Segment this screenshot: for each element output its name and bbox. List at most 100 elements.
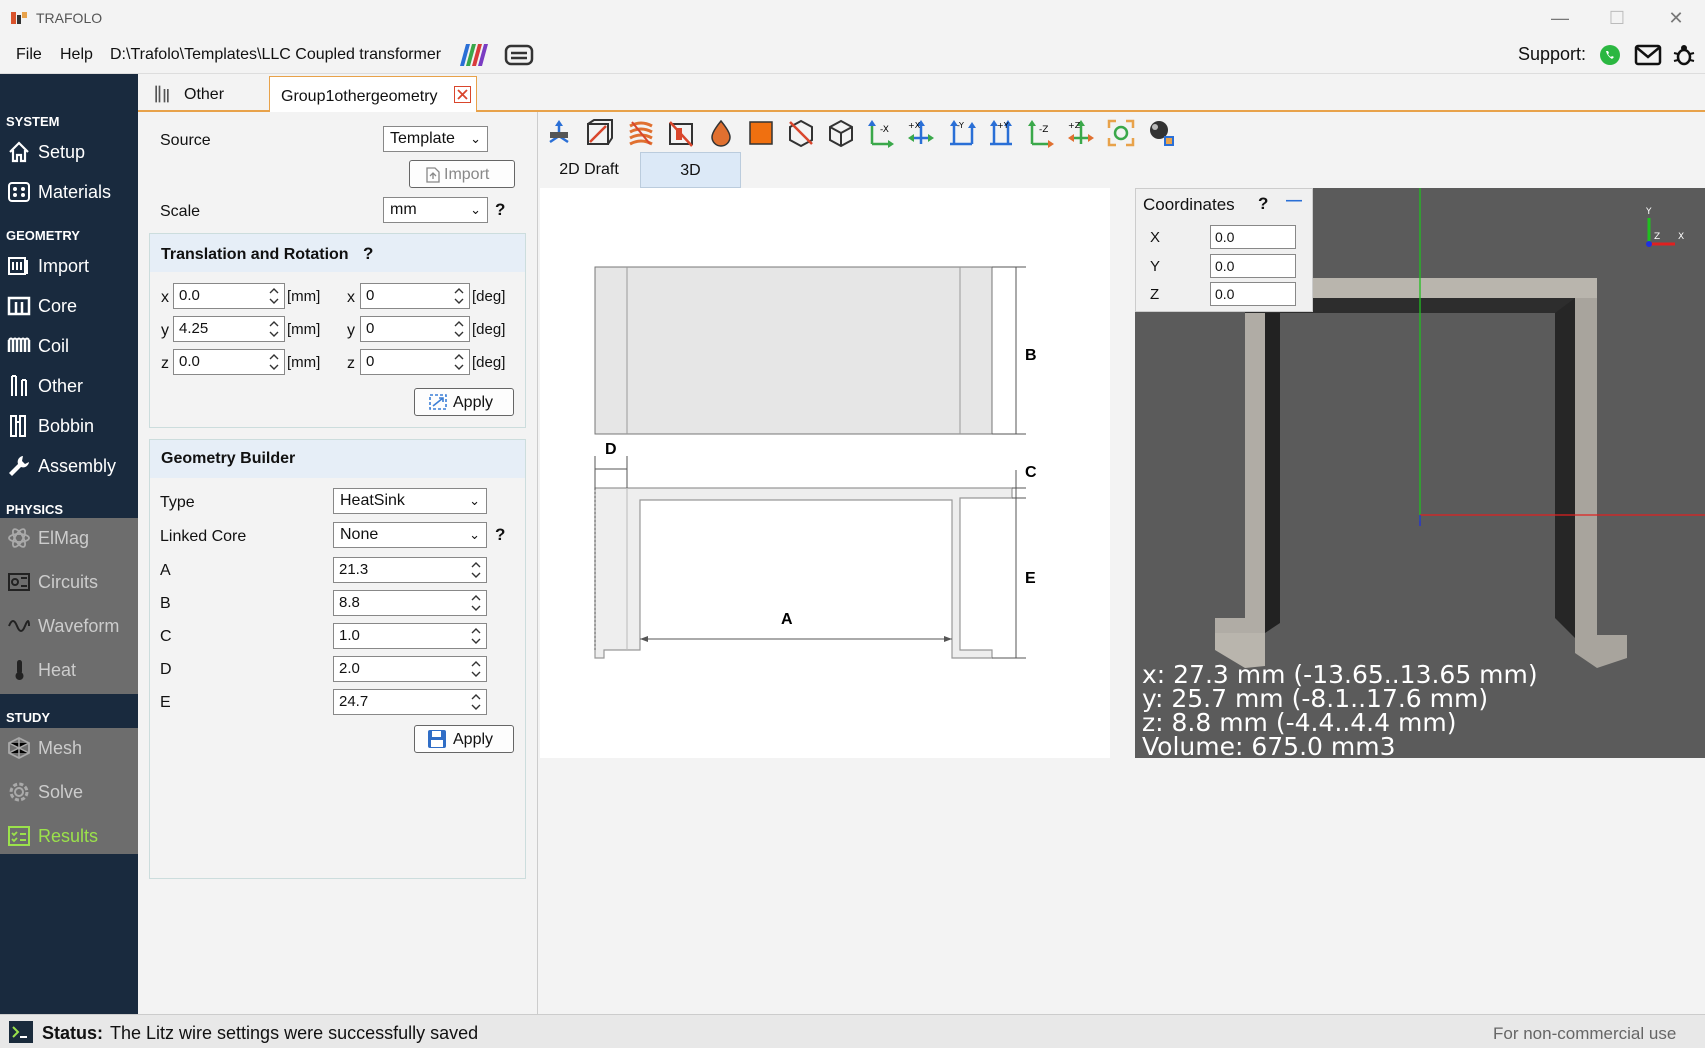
thermometer-icon <box>15 660 24 680</box>
dimension-d-input[interactable]: 2.0 <box>333 656 487 682</box>
spinner-arrows-icon[interactable] <box>469 658 483 680</box>
spinner-arrows-icon[interactable] <box>469 559 483 581</box>
system-header: SYSTEM <box>6 114 60 129</box>
view-minus-y-icon[interactable]: -Y <box>946 118 976 148</box>
fit-view-icon[interactable] <box>544 118 574 148</box>
screenshot-icon[interactable] <box>1106 118 1136 148</box>
stripes-logo-icon[interactable] <box>458 44 488 66</box>
linked-core-select[interactable]: None ⌄ <box>333 522 487 548</box>
view-minus-x-icon[interactable]: -X <box>866 118 896 148</box>
source-select[interactable]: Template ⌄ <box>383 126 488 152</box>
sidebar-item-coil[interactable]: Coil <box>0 326 138 366</box>
sidebar-item-import[interactable]: Import <box>0 246 138 286</box>
rz-value: 0 <box>366 353 375 370</box>
translation-x-input[interactable]: 0.0 <box>173 283 285 309</box>
minimize-button[interactable]: — <box>1540 6 1580 30</box>
apply-translation-button[interactable]: Apply <box>414 388 514 416</box>
tab-other[interactable]: Other <box>146 78 268 112</box>
sidebar-item-label: Other <box>38 376 84 396</box>
sidebar-item-heat[interactable]: Heat <box>0 650 138 694</box>
close-tab-icon[interactable] <box>454 86 471 103</box>
sidebar-item-assembly[interactable]: Assembly <box>0 446 138 486</box>
sidebar-item-results[interactable]: Results <box>0 816 138 854</box>
spinner-arrows-icon[interactable] <box>469 592 483 614</box>
menu-help[interactable]: Help <box>60 46 93 64</box>
wireframe-cube-icon[interactable] <box>584 118 614 148</box>
view-plus-x-icon[interactable]: +X <box>906 118 936 148</box>
spinner-arrows-icon[interactable] <box>267 351 281 373</box>
sidebar-item-solve[interactable]: Solve <box>0 772 138 816</box>
maximize-button[interactable]: ☐ <box>1597 6 1637 30</box>
bobbin-hide-icon[interactable] <box>666 118 696 148</box>
other-geometry-icon <box>11 375 27 396</box>
sidebar-item-elmag[interactable]: ElMag <box>0 518 138 562</box>
type-value: HeatSink <box>340 492 405 509</box>
spinner-arrows-icon[interactable] <box>452 285 466 307</box>
sidebar-item-label: Heat <box>38 660 77 680</box>
s-logo-icon[interactable] <box>504 44 534 66</box>
type-label: Type <box>160 494 195 511</box>
draft-canvas[interactable]: B C E D A <box>540 188 1110 758</box>
sidebar-item-setup[interactable]: Setup <box>0 132 138 172</box>
isometric-view-icon[interactable] <box>826 118 856 148</box>
sidebar-item-waveform[interactable]: Waveform <box>0 606 138 650</box>
view-tabs: 2D Draft 3D <box>540 152 1705 188</box>
coordinates-help-icon[interactable]: ? <box>1258 194 1268 214</box>
coord-z-input[interactable]: 0.0 <box>1210 282 1296 306</box>
coil-hide-icon[interactable] <box>626 118 656 148</box>
spinner-arrows-icon[interactable] <box>267 318 281 340</box>
deg-unit: [deg] <box>472 321 506 338</box>
hide-geometry-icon[interactable] <box>786 118 816 148</box>
scale-help-icon[interactable]: ? <box>495 200 505 220</box>
lighting-icon[interactable] <box>1146 118 1176 148</box>
sidebar-item-circuits[interactable]: Circuits <box>0 562 138 606</box>
coord-x-input[interactable]: 0.0 <box>1210 225 1296 249</box>
mail-icon[interactable] <box>1634 44 1662 66</box>
translation-z-input[interactable]: 0.0 <box>173 349 285 375</box>
bug-icon[interactable] <box>1672 43 1696 67</box>
physics-header: PHYSICS <box>6 502 64 517</box>
coord-y-input[interactable]: 0.0 <box>1210 254 1296 278</box>
tab-group1othergeometry[interactable]: Group1othergeometry <box>269 76 477 114</box>
linked-core-help-icon[interactable]: ? <box>495 525 505 545</box>
sidebar-item-mesh[interactable]: Mesh <box>0 728 138 772</box>
heatsink-outline <box>594 487 1013 659</box>
scale-select[interactable]: mm ⌄ <box>383 197 488 223</box>
tab-2d-draft[interactable]: 2D Draft <box>540 152 638 188</box>
solid-square-icon[interactable] <box>746 118 776 148</box>
rotation-y-input[interactable]: 0 <box>360 316 470 342</box>
sidebar-item-core[interactable]: Core <box>0 286 138 326</box>
spinner-arrows-icon[interactable] <box>452 318 466 340</box>
dimension-b-input[interactable]: 8.8 <box>333 590 487 616</box>
sidebar-item-materials[interactable]: Materials <box>0 172 138 212</box>
close-button[interactable]: ✕ <box>1656 6 1696 30</box>
draft-label-c: C <box>1025 464 1037 481</box>
type-select[interactable]: HeatSink ⌄ <box>333 488 487 514</box>
dimension-c-input[interactable]: 1.0 <box>333 623 487 649</box>
rotation-x-input[interactable]: 0 <box>360 283 470 309</box>
menu-file[interactable]: File <box>16 46 42 64</box>
heat-drop-icon[interactable] <box>706 118 736 148</box>
import-button[interactable]: Import <box>409 160 515 188</box>
spinner-arrows-icon[interactable] <box>452 351 466 373</box>
dimension-e-input[interactable]: 24.7 <box>333 689 487 715</box>
translation-y-input[interactable]: 4.25 <box>173 316 285 342</box>
view-plus-y-icon[interactable]: +Y <box>986 118 1016 148</box>
apply-geometry-button[interactable]: Apply <box>414 725 514 753</box>
spinner-arrows-icon[interactable] <box>469 691 483 713</box>
whatsapp-icon[interactable] <box>1598 43 1622 67</box>
import-button-label: Import <box>444 166 490 183</box>
sidebar-item-other[interactable]: Other <box>0 366 138 406</box>
dimension-a-input[interactable]: 21.3 <box>333 557 487 583</box>
collapse-icon[interactable]: — <box>1286 192 1302 210</box>
view-plus-z-icon[interactable]: +Z <box>1066 118 1096 148</box>
spinner-arrows-icon[interactable] <box>469 625 483 647</box>
tab-3d[interactable]: 3D <box>640 152 741 188</box>
draft-label-e: E <box>1025 570 1036 587</box>
view-minus-z-icon[interactable]: -Z <box>1026 118 1056 148</box>
import-icon <box>8 257 28 275</box>
translation-help-icon[interactable]: ? <box>363 244 373 263</box>
spinner-arrows-icon[interactable] <box>267 285 281 307</box>
rotation-z-input[interactable]: 0 <box>360 349 470 375</box>
sidebar-item-bobbin[interactable]: Bobbin <box>0 406 138 446</box>
